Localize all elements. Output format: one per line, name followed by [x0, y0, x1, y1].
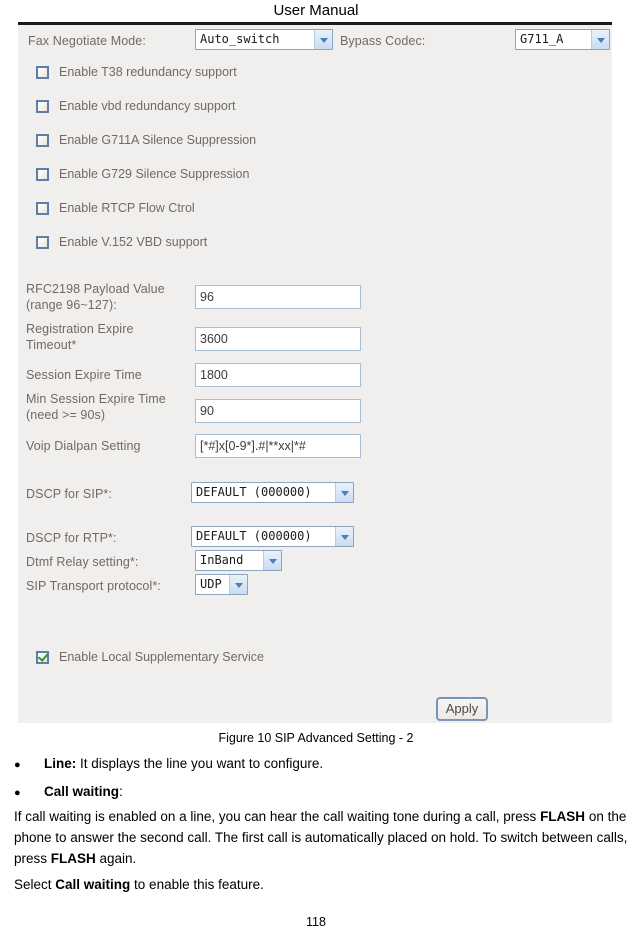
bullet-line-1: Line: It displays the line you want to c… [14, 755, 323, 774]
chevron-down-icon [314, 30, 332, 49]
dscp-for-sip-select[interactable]: DEFAULT (000000) [191, 482, 354, 503]
bullet-line-2: Call waiting: [14, 783, 123, 802]
sip-transport-protocol-value: UDP [196, 575, 229, 594]
figure-caption: Figure 10 SIP Advanced Setting - 2 [0, 731, 632, 745]
chevron-down-icon [229, 575, 247, 594]
dscp-for-rtp-select[interactable]: DEFAULT (000000) [191, 526, 354, 547]
page-header: User Manual [0, 0, 632, 21]
checkbox-row-vbd-redundancy[interactable]: Enable vbd redundancy support [36, 99, 236, 113]
checkbox-v152-vbd-support[interactable] [36, 236, 49, 249]
paragraph-1-flash-1: FLASH [540, 809, 585, 824]
checkbox-row-g711a-silence-suppression[interactable]: Enable G711A Silence Suppression [36, 133, 256, 147]
paragraph-select-call-waiting: Select Call waiting to enable this featu… [14, 874, 628, 895]
checkbox-label: Enable vbd redundancy support [59, 99, 236, 113]
paragraph-2-a: Select [14, 877, 55, 892]
paragraph-1-e: again. [96, 851, 137, 866]
checkbox-label: Enable RTCP Flow Ctrol [59, 201, 195, 215]
checkbox-local-supplementary-service[interactable] [36, 651, 49, 664]
session-expire-time-label: Session Expire Time [26, 367, 142, 383]
dscp-for-rtp-label: DSCP for RTP*: [26, 530, 117, 546]
bullet-2-term: Call waiting [44, 784, 119, 799]
chevron-down-icon [591, 30, 609, 49]
voip-dialpan-setting-label: Voip Dialpan Setting [26, 438, 141, 454]
page-number: 118 [0, 915, 632, 929]
checkbox-label: Enable G711A Silence Suppression [59, 133, 256, 147]
checkbox-rtcp-flow-ctrol[interactable] [36, 202, 49, 215]
session-expire-time-input[interactable]: 1800 [195, 363, 361, 387]
checkbox-vbd-redundancy[interactable] [36, 100, 49, 113]
min-session-expire-time-input[interactable]: 90 [195, 399, 361, 423]
paragraph-1-a: If call waiting is enabled on a line, yo… [14, 809, 540, 824]
bullet-2-text: : [119, 784, 123, 799]
paragraph-2-c: to enable this feature. [130, 877, 264, 892]
checkbox-row-g729-silence-suppression[interactable]: Enable G729 Silence Suppression [36, 167, 249, 181]
fax-negotiate-mode-label: Fax Negotiate Mode: [28, 33, 146, 49]
bullet-icon [14, 755, 44, 774]
chevron-down-icon [335, 483, 353, 502]
checkbox-g729-silence-suppression[interactable] [36, 168, 49, 181]
checkbox-row-rtcp-flow-ctrol[interactable]: Enable RTCP Flow Ctrol [36, 201, 195, 215]
registration-expire-timeout-label: Registration Expire Timeout* [26, 321, 134, 353]
sip-transport-protocol-label: SIP Transport protocol*: [26, 578, 161, 594]
voip-dialpan-setting-input[interactable]: [*#]x[0-9*].#|**xx|*# [195, 434, 361, 458]
sip-advanced-settings-panel: Fax Negotiate Mode: Auto_switch Bypass C… [18, 22, 612, 723]
registration-expire-timeout-input[interactable]: 3600 [195, 327, 361, 351]
dscp-for-sip-label: DSCP for SIP*: [26, 486, 112, 502]
chevron-down-icon [335, 527, 353, 546]
paragraph-2-term: Call waiting [55, 877, 130, 892]
sip-transport-protocol-select[interactable]: UDP [195, 574, 248, 595]
dtmf-relay-setting-select[interactable]: InBand [195, 550, 282, 571]
checkbox-label: Enable T38 redundancy support [59, 65, 237, 79]
bypass-codec-select[interactable]: G711_A [515, 29, 610, 50]
rfc2198-payload-value-label: RFC2198 Payload Value (range 96~127): [26, 281, 165, 313]
dtmf-relay-setting-label: Dtmf Relay setting*: [26, 554, 138, 570]
checkbox-row-v152-vbd-support[interactable]: Enable V.152 VBD support [36, 235, 207, 249]
checkbox-label: Enable G729 Silence Suppression [59, 167, 249, 181]
apply-button[interactable]: Apply [436, 697, 488, 721]
paragraph-1-flash-2: FLASH [51, 851, 96, 866]
dtmf-relay-setting-value: InBand [196, 551, 263, 570]
fax-negotiate-mode-value: Auto_switch [196, 30, 314, 49]
bypass-codec-value: G711_A [516, 30, 591, 49]
checkbox-label: Enable V.152 VBD support [59, 235, 207, 249]
bullet-1-text: It displays the line you want to configu… [76, 756, 323, 771]
checkbox-label: Enable Local Supplementary Service [59, 650, 264, 664]
checkbox-t38-redundancy[interactable] [36, 66, 49, 79]
rfc2198-payload-value-input[interactable]: 96 [195, 285, 361, 309]
checkbox-row-local-supplementary-service[interactable]: Enable Local Supplementary Service [36, 650, 264, 664]
checkbox-row-t38-redundancy[interactable]: Enable T38 redundancy support [36, 65, 237, 79]
bullet-icon [14, 783, 44, 802]
checkbox-g711a-silence-suppression[interactable] [36, 134, 49, 147]
fax-negotiate-mode-select[interactable]: Auto_switch [195, 29, 333, 50]
chevron-down-icon [263, 551, 281, 570]
document-title: User Manual [273, 2, 358, 19]
bullet-1-term: Line: [44, 756, 76, 771]
dscp-for-sip-value: DEFAULT (000000) [192, 483, 335, 502]
bypass-codec-label: Bypass Codec: [340, 33, 425, 49]
dscp-for-rtp-value: DEFAULT (000000) [192, 527, 335, 546]
min-session-expire-time-label: Min Session Expire Time (need >= 90s) [26, 391, 166, 423]
paragraph-call-waiting: If call waiting is enabled on a line, yo… [14, 806, 628, 869]
